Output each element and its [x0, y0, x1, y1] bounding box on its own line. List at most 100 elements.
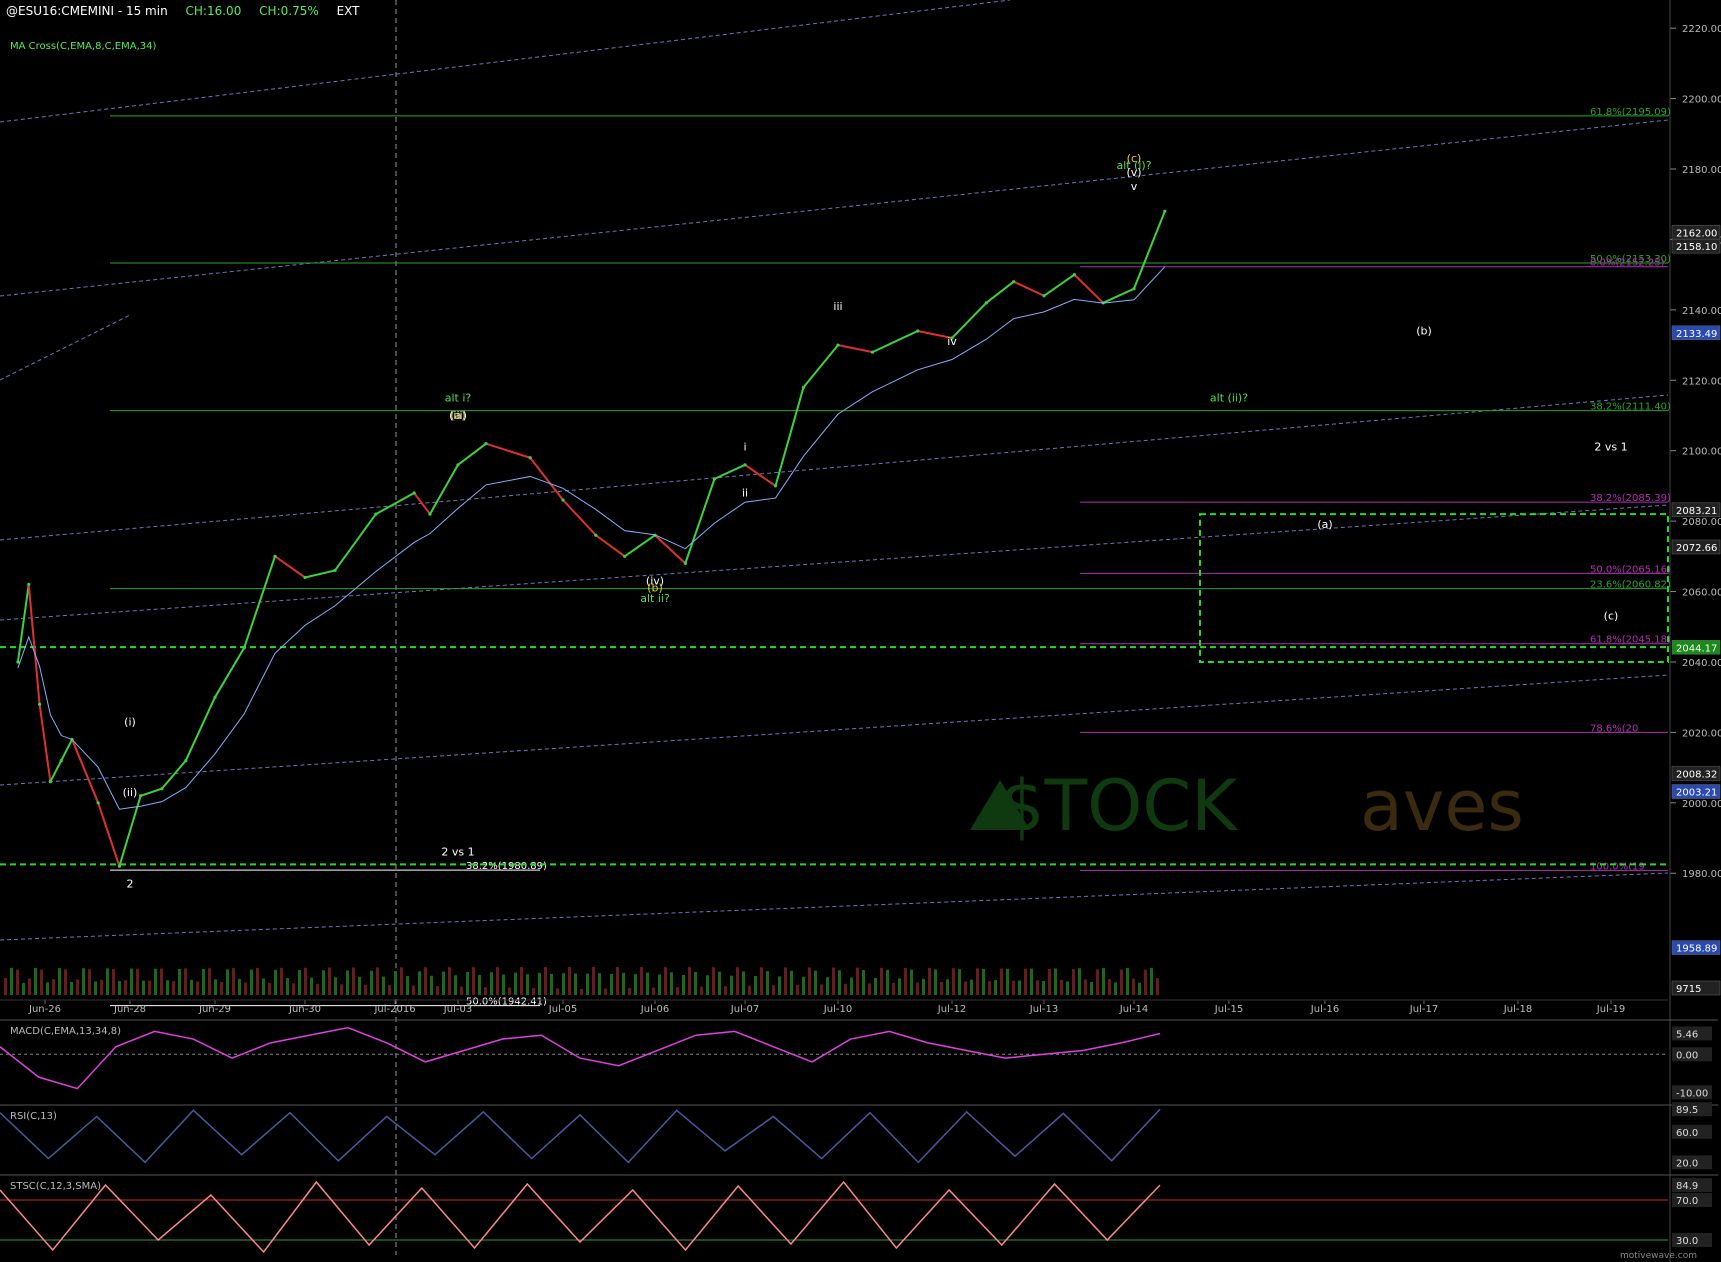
wave-label: ii	[742, 486, 748, 499]
price-point	[184, 758, 188, 763]
volume-bar	[778, 976, 781, 995]
volume-bar	[550, 973, 553, 995]
volume-bar	[238, 978, 241, 995]
price-tag-label: 2162.00	[1676, 228, 1717, 239]
volume-bar	[1030, 968, 1033, 995]
x-axis-label: Jul-13	[1029, 1004, 1058, 1015]
fib-level-label: 61.8%(2045.18)	[1590, 635, 1671, 646]
volume-bar	[130, 968, 133, 995]
price-tag-label: 2008.32	[1676, 770, 1717, 781]
price-point	[27, 582, 31, 587]
stsc-tick-label: 70.0	[1676, 1196, 1698, 1207]
price-segment	[1043, 273, 1075, 297]
volume-bar	[700, 986, 703, 995]
price-segment	[562, 499, 597, 536]
ema-line	[17, 266, 1166, 810]
volume-bar	[28, 978, 31, 995]
macd-tick-label: 0.00	[1676, 1050, 1698, 1061]
fib-level-label: 38.2%(2111.40)	[1590, 402, 1671, 413]
price-chart[interactable]: 1980.00 2000.00 2020.00 2040.00 2060.00 2080.…	[0, 0, 1721, 1262]
volume-bar	[490, 972, 493, 995]
price-point	[801, 385, 806, 389]
rsi-tick-label: 20.0	[1676, 1158, 1698, 1169]
volume-bar	[1036, 980, 1039, 995]
wave-label: alt ii?	[640, 592, 670, 605]
volume-bar	[442, 971, 445, 995]
volume-bar	[874, 978, 877, 995]
wave-label: (iv)	[646, 575, 664, 588]
price-point	[743, 463, 747, 467]
volume-bar	[154, 968, 157, 995]
price-point	[160, 787, 164, 791]
volume-bar	[172, 981, 175, 995]
fib-level-label: 38.2%(1980.89)	[466, 861, 547, 872]
volume-bar	[1072, 969, 1075, 995]
price-segment	[161, 759, 187, 790]
price-segment	[837, 344, 873, 354]
price-point	[1132, 287, 1136, 291]
volume-bar	[556, 988, 559, 995]
price-point	[139, 794, 143, 798]
volume-bar	[256, 967, 259, 995]
volume-bar	[64, 969, 67, 995]
y-axis-label: 2220.00	[1682, 24, 1721, 35]
volume-bar	[406, 976, 409, 995]
wave-label: alt i?	[445, 391, 472, 404]
fib-level-label: 50.0%(2065.16)	[1590, 564, 1671, 575]
wave-label: (ii)	[123, 786, 138, 799]
volume-bar	[724, 986, 727, 995]
volume-bar	[124, 980, 127, 995]
volume-bar	[592, 967, 595, 995]
fib-level-label: 50.0%(1942.41)	[466, 997, 547, 1008]
volume-bar	[658, 974, 661, 995]
watermark-left: $TOCK	[1000, 765, 1239, 847]
volume-bar	[364, 984, 367, 995]
volume-bar	[244, 982, 247, 995]
price-point	[96, 801, 100, 805]
volume-bar	[70, 981, 73, 995]
volume-bar	[772, 985, 775, 995]
price-point	[1042, 294, 1046, 298]
volume-bar	[1060, 979, 1063, 995]
x-axis-label: Jul-2016	[373, 1004, 415, 1015]
price-segment	[97, 802, 121, 867]
volume-bar	[1024, 968, 1027, 995]
volume-bar	[400, 967, 403, 995]
price-segment	[684, 478, 716, 564]
volume-bar	[1048, 968, 1051, 995]
volume-bar	[148, 980, 151, 995]
volume-bar	[868, 983, 871, 995]
volume-bar	[220, 981, 223, 995]
price-segment	[60, 738, 73, 762]
x-axis-label: Jul-15	[1214, 1004, 1243, 1015]
volume-bar	[994, 980, 997, 995]
volume-bar	[634, 974, 637, 995]
volume-bar	[646, 972, 649, 995]
fib-level-label: 0.0%(2152.25)	[1590, 258, 1665, 269]
price-point	[1012, 280, 1016, 284]
price-point	[623, 554, 627, 558]
volume-bar	[670, 972, 673, 995]
price-segment	[1013, 280, 1045, 297]
volume-bar	[1156, 978, 1159, 995]
volume-bar	[214, 979, 217, 995]
volume-bar	[940, 982, 943, 995]
volume-bar	[1126, 967, 1129, 995]
volume-bar	[370, 970, 373, 995]
volume-bar	[568, 967, 571, 995]
volume-bar	[34, 967, 37, 995]
price-point	[712, 477, 717, 481]
volume-bar	[268, 982, 271, 995]
x-axis-label: Jul-16	[1310, 1004, 1339, 1015]
macd-title: MACD(C,EMA,13,34,8)	[10, 1026, 121, 1037]
volume-bar	[928, 968, 931, 995]
volume-bar	[274, 969, 277, 995]
volume-bar	[352, 967, 355, 995]
trend-channel-line	[0, 0, 1011, 123]
volume-bar	[676, 987, 679, 995]
trend-channel-line	[0, 119, 1669, 297]
price-segment	[334, 513, 377, 572]
volume-bar	[826, 977, 829, 995]
volume-bar	[166, 980, 169, 995]
volume-bar	[1120, 969, 1123, 995]
